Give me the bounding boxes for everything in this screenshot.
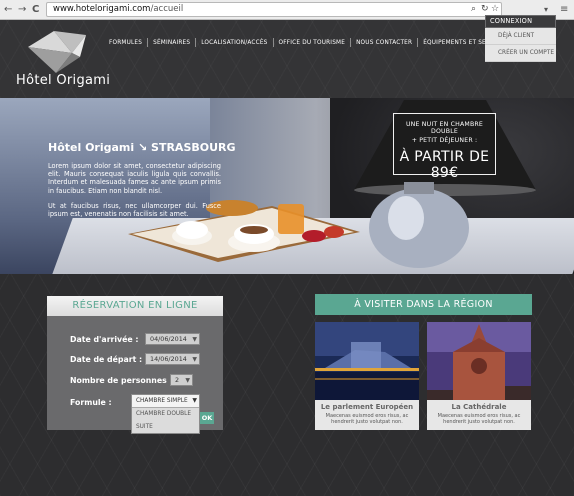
menu-icon[interactable]: ≡: [560, 3, 568, 17]
formula-selected[interactable]: Chambre simple ▼: [132, 395, 199, 408]
hero-paragraph: Lorem ipsum dolor sit amet, consectetur …: [48, 162, 221, 195]
formula-option[interactable]: Suite: [132, 421, 199, 434]
departure-date-value: 14/06/2014: [150, 355, 187, 363]
visit-card-name: La Cathédrale: [451, 403, 507, 411]
persons-value: 2: [175, 376, 180, 384]
url-host: www.hotelorigami.com: [53, 4, 151, 14]
offer-box[interactable]: Une nuit en chambre double + petit déjeu…: [393, 113, 496, 181]
nav-item-contact[interactable]: Nous contacter: [351, 37, 419, 47]
visit-card-name: Le parlement Européen: [320, 403, 414, 411]
offer-line-2: + petit déjeuner :: [411, 137, 478, 144]
reservation-title: Réservation en ligne: [47, 296, 223, 316]
forward-icon[interactable]: →: [18, 3, 26, 17]
formula-option[interactable]: Chambre double: [132, 408, 199, 421]
connexion-button[interactable]: Connexion: [485, 15, 556, 28]
hero-title: Hôtel Origami ↘ STRASBOURG: [48, 141, 236, 154]
brand-name[interactable]: Hôtel Origami: [16, 73, 110, 88]
departure-date-select[interactable]: 14/06/2014 ▼: [145, 353, 200, 365]
visit-card-desc: Maecenas euismod eros risus, ac hendreri…: [325, 413, 409, 425]
connexion-item-deja-client[interactable]: Déjà client: [485, 28, 556, 45]
url-path: /accueil: [150, 4, 184, 14]
chevron-down-icon: ▼: [192, 336, 197, 343]
arrival-label: Date d'arrivée :: [70, 335, 139, 344]
reload-icon[interactable]: C: [32, 3, 39, 17]
chevron-down-icon: ▼: [192, 397, 197, 404]
arrival-date-value: 04/06/2014: [150, 335, 187, 343]
nav-item-localisation[interactable]: Localisation/Accès: [196, 37, 274, 47]
cathedrale-image: [427, 322, 531, 400]
main-nav: Formules Séminaires Localisation/Accès O…: [104, 36, 513, 48]
submit-button[interactable]: OK: [200, 412, 214, 424]
parlement-image: [315, 322, 419, 400]
visit-card[interactable]: La Cathédrale Maecenas euismod eros risu…: [427, 322, 531, 430]
search-icon[interactable]: ⌕: [471, 3, 476, 16]
offer-line-1: Une nuit en chambre double: [405, 121, 484, 135]
nav-item-formules[interactable]: Formules: [104, 37, 149, 47]
hero-paragraph: Ut at faucibus risus, nec ullamcorper du…: [48, 201, 221, 219]
chevron-down-icon: ▼: [185, 377, 190, 384]
formula-select-open[interactable]: Chambre simple ▼ Chambre double Suite: [131, 394, 200, 434]
connexion-item-creer-compte[interactable]: Créer un compte: [485, 45, 556, 62]
persons-select[interactable]: 2 ▼: [170, 374, 193, 386]
visit-title: À visiter dans la région: [315, 294, 532, 315]
lamp-base-image: [369, 182, 469, 268]
formula-selected-value: Chambre simple: [136, 398, 188, 404]
departure-label: Date de départ :: [70, 355, 143, 364]
back-icon[interactable]: ←: [4, 3, 12, 17]
connexion-dropdown: Connexion Déjà client Créer un compte: [485, 15, 556, 87]
visit-card-desc: Maecenas euismod eros risus, ac hendreri…: [437, 413, 521, 425]
chevron-down-icon: ▼: [192, 356, 197, 363]
origami-logo-icon[interactable]: [26, 27, 88, 75]
formula-label: Formule :: [70, 398, 112, 407]
nav-item-office-tourisme[interactable]: Office du tourisme: [274, 37, 352, 47]
offer-price: À partir de 89€: [399, 149, 490, 181]
visit-card[interactable]: Le parlement Européen Maecenas euismod e…: [315, 322, 419, 430]
persons-label: Nombre de personnes :: [70, 376, 173, 385]
nav-item-seminaires[interactable]: Séminaires: [148, 37, 197, 47]
address-bar[interactable]: www.hotelorigami.com/accueil ⌕ ↻ ☆: [46, 2, 502, 17]
arrival-date-select[interactable]: 04/06/2014 ▼: [145, 333, 200, 345]
hero-description: Lorem ipsum dolor sit amet, consectetur …: [48, 162, 221, 218]
